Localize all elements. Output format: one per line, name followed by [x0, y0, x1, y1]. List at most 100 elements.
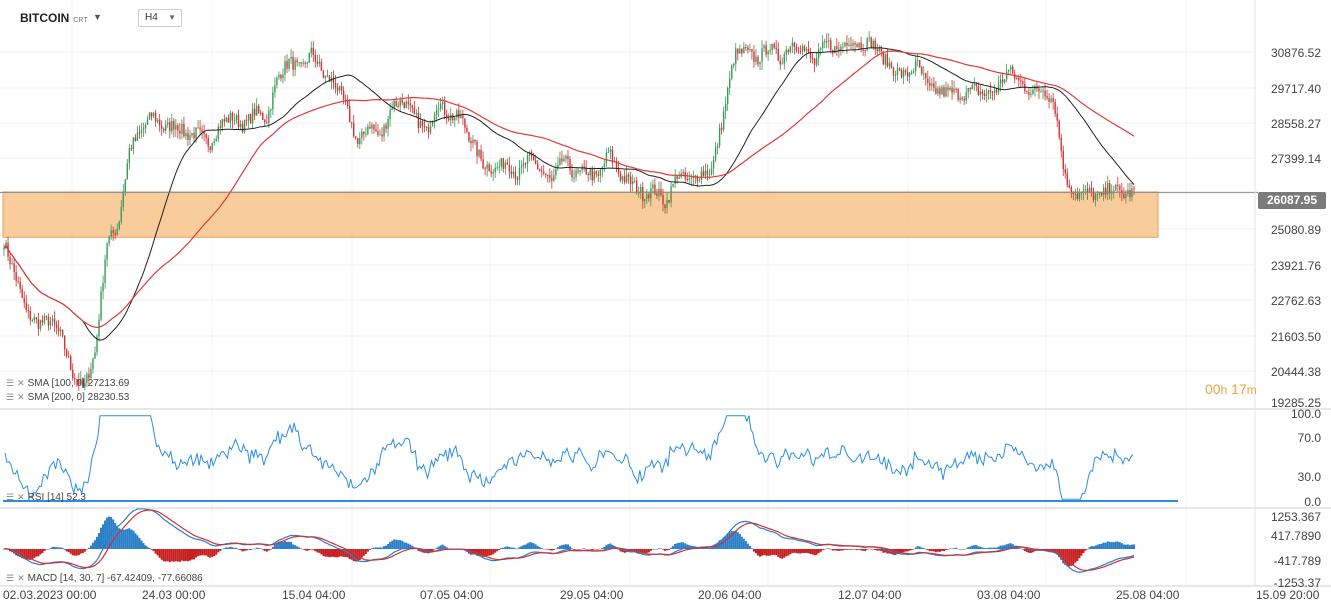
- settings-icon[interactable]: ☰: [6, 378, 14, 388]
- candle-body: [11, 263, 13, 265]
- candle-body: [367, 126, 369, 134]
- close-icon[interactable]: ✕: [17, 392, 25, 402]
- candle-body: [23, 298, 25, 303]
- macd-histogram-bar: [239, 549, 242, 550]
- macd-histogram-bar: [773, 549, 776, 555]
- macd-histogram-bar: [797, 549, 800, 554]
- macd-histogram-bar: [79, 549, 82, 554]
- macd-histogram-bar: [253, 548, 256, 550]
- candle-body: [474, 139, 476, 142]
- candle-body: [706, 170, 709, 175]
- macd-histogram-bar: [387, 544, 390, 549]
- macd-histogram-bar: [154, 549, 157, 554]
- settings-icon[interactable]: ☰: [6, 392, 14, 402]
- macd-histogram-bar: [132, 530, 135, 549]
- candle-body: [888, 62, 891, 67]
- close-icon[interactable]: ✕: [17, 378, 25, 388]
- candle-body: [193, 132, 195, 139]
- close-icon[interactable]: ✕: [17, 492, 25, 502]
- candle-body: [783, 54, 785, 64]
- price-chart[interactable]: [0, 0, 1331, 612]
- candle-body: [346, 100, 349, 107]
- macd-histogram-bar: [162, 549, 165, 562]
- candle-body: [435, 109, 438, 116]
- candle-body: [1056, 113, 1058, 121]
- macd-histogram-bar: [138, 537, 141, 549]
- macd-histogram-bar: [172, 549, 175, 562]
- candle-body: [401, 100, 403, 103]
- candle-body: [512, 171, 515, 175]
- candle-body: [789, 46, 792, 52]
- settings-icon[interactable]: ☰: [6, 492, 14, 502]
- macd-histogram-bar: [991, 547, 994, 549]
- timeframe-select[interactable]: H4 ▼: [138, 9, 182, 27]
- candle-body: [417, 112, 420, 128]
- candle-body: [763, 45, 765, 49]
- sma200-legend[interactable]: ☰ ✕ SMA [200, 0] 28230.53: [6, 392, 129, 403]
- candle-body: [187, 133, 189, 140]
- candle-body: [482, 159, 484, 169]
- candle-body: [953, 88, 955, 93]
- macd-histogram-bar: [936, 549, 939, 552]
- rsi-legend[interactable]: ☰ ✕ RSI [14] 52.3: [6, 492, 86, 503]
- candle-body: [223, 119, 226, 122]
- macd-histogram-bar: [383, 546, 386, 549]
- candle-body: [761, 48, 763, 62]
- candle-body: [908, 72, 911, 77]
- macd-histogram-bar: [835, 549, 838, 551]
- candle-body: [591, 169, 593, 181]
- candle-body: [524, 163, 527, 165]
- candle-body: [284, 61, 286, 75]
- rsi-tick: 0.0: [1304, 495, 1321, 509]
- macd-histogram-bar: [856, 549, 859, 550]
- macd-histogram-bar: [789, 549, 792, 555]
- sma200-line: [3, 50, 1135, 329]
- candle-body: [779, 60, 781, 65]
- candle-body: [979, 91, 982, 95]
- symbol-label[interactable]: BITCOIN CRT: [20, 11, 88, 25]
- macd-histogram-bar: [971, 545, 974, 549]
- settings-icon[interactable]: ☰: [6, 573, 14, 583]
- candle-body: [1098, 192, 1101, 194]
- macd-histogram-bar: [813, 549, 816, 556]
- macd-histogram-bar: [1128, 545, 1131, 549]
- candle-body: [1052, 98, 1054, 102]
- candle-body: [221, 119, 224, 128]
- macd-legend[interactable]: ☰ ✕ MACD [14, 30, 7] -67.42409, -77.66086: [6, 573, 203, 584]
- macd-histogram-bar: [987, 547, 990, 549]
- candle-body: [498, 166, 500, 168]
- macd-histogram-bar: [678, 542, 681, 549]
- candle-body: [1100, 192, 1103, 196]
- macd-histogram-bar: [566, 544, 569, 549]
- macd-histogram-bar: [247, 549, 250, 550]
- macd-histogram-bar: [433, 549, 436, 550]
- candle-body: [700, 171, 703, 180]
- candle-body: [1011, 66, 1014, 74]
- macd-histogram-bar: [536, 545, 539, 549]
- candle-body: [205, 133, 207, 139]
- candle-body: [1001, 79, 1004, 83]
- macd-histogram-bar: [124, 529, 127, 549]
- close-icon[interactable]: ✕: [17, 573, 25, 583]
- candle-body: [258, 105, 260, 113]
- candle-body: [385, 125, 387, 129]
- candle-body: [45, 316, 48, 318]
- price-tick: 30876.52: [1270, 46, 1321, 60]
- candle-body: [235, 115, 238, 121]
- macd-histogram-bar: [672, 545, 675, 549]
- macd-histogram-bar: [100, 527, 103, 549]
- candle-body: [1123, 193, 1125, 199]
- candle-body: [886, 53, 889, 67]
- candle-body: [844, 42, 846, 47]
- symbol-dropdown-icon[interactable]: ▼: [93, 12, 102, 22]
- macd-histogram-bar: [839, 549, 842, 551]
- candle-body: [496, 167, 498, 169]
- candle-body: [714, 147, 717, 160]
- macd-histogram-bar: [833, 549, 836, 551]
- macd-histogram-bar: [61, 547, 64, 549]
- macd-histogram-bar: [573, 549, 576, 550]
- candle-body: [298, 62, 300, 64]
- candle-body: [510, 171, 513, 175]
- macd-histogram-bar: [302, 549, 305, 550]
- sma100-legend[interactable]: ☰ ✕ SMA [100, 0] 27213.69: [6, 378, 129, 389]
